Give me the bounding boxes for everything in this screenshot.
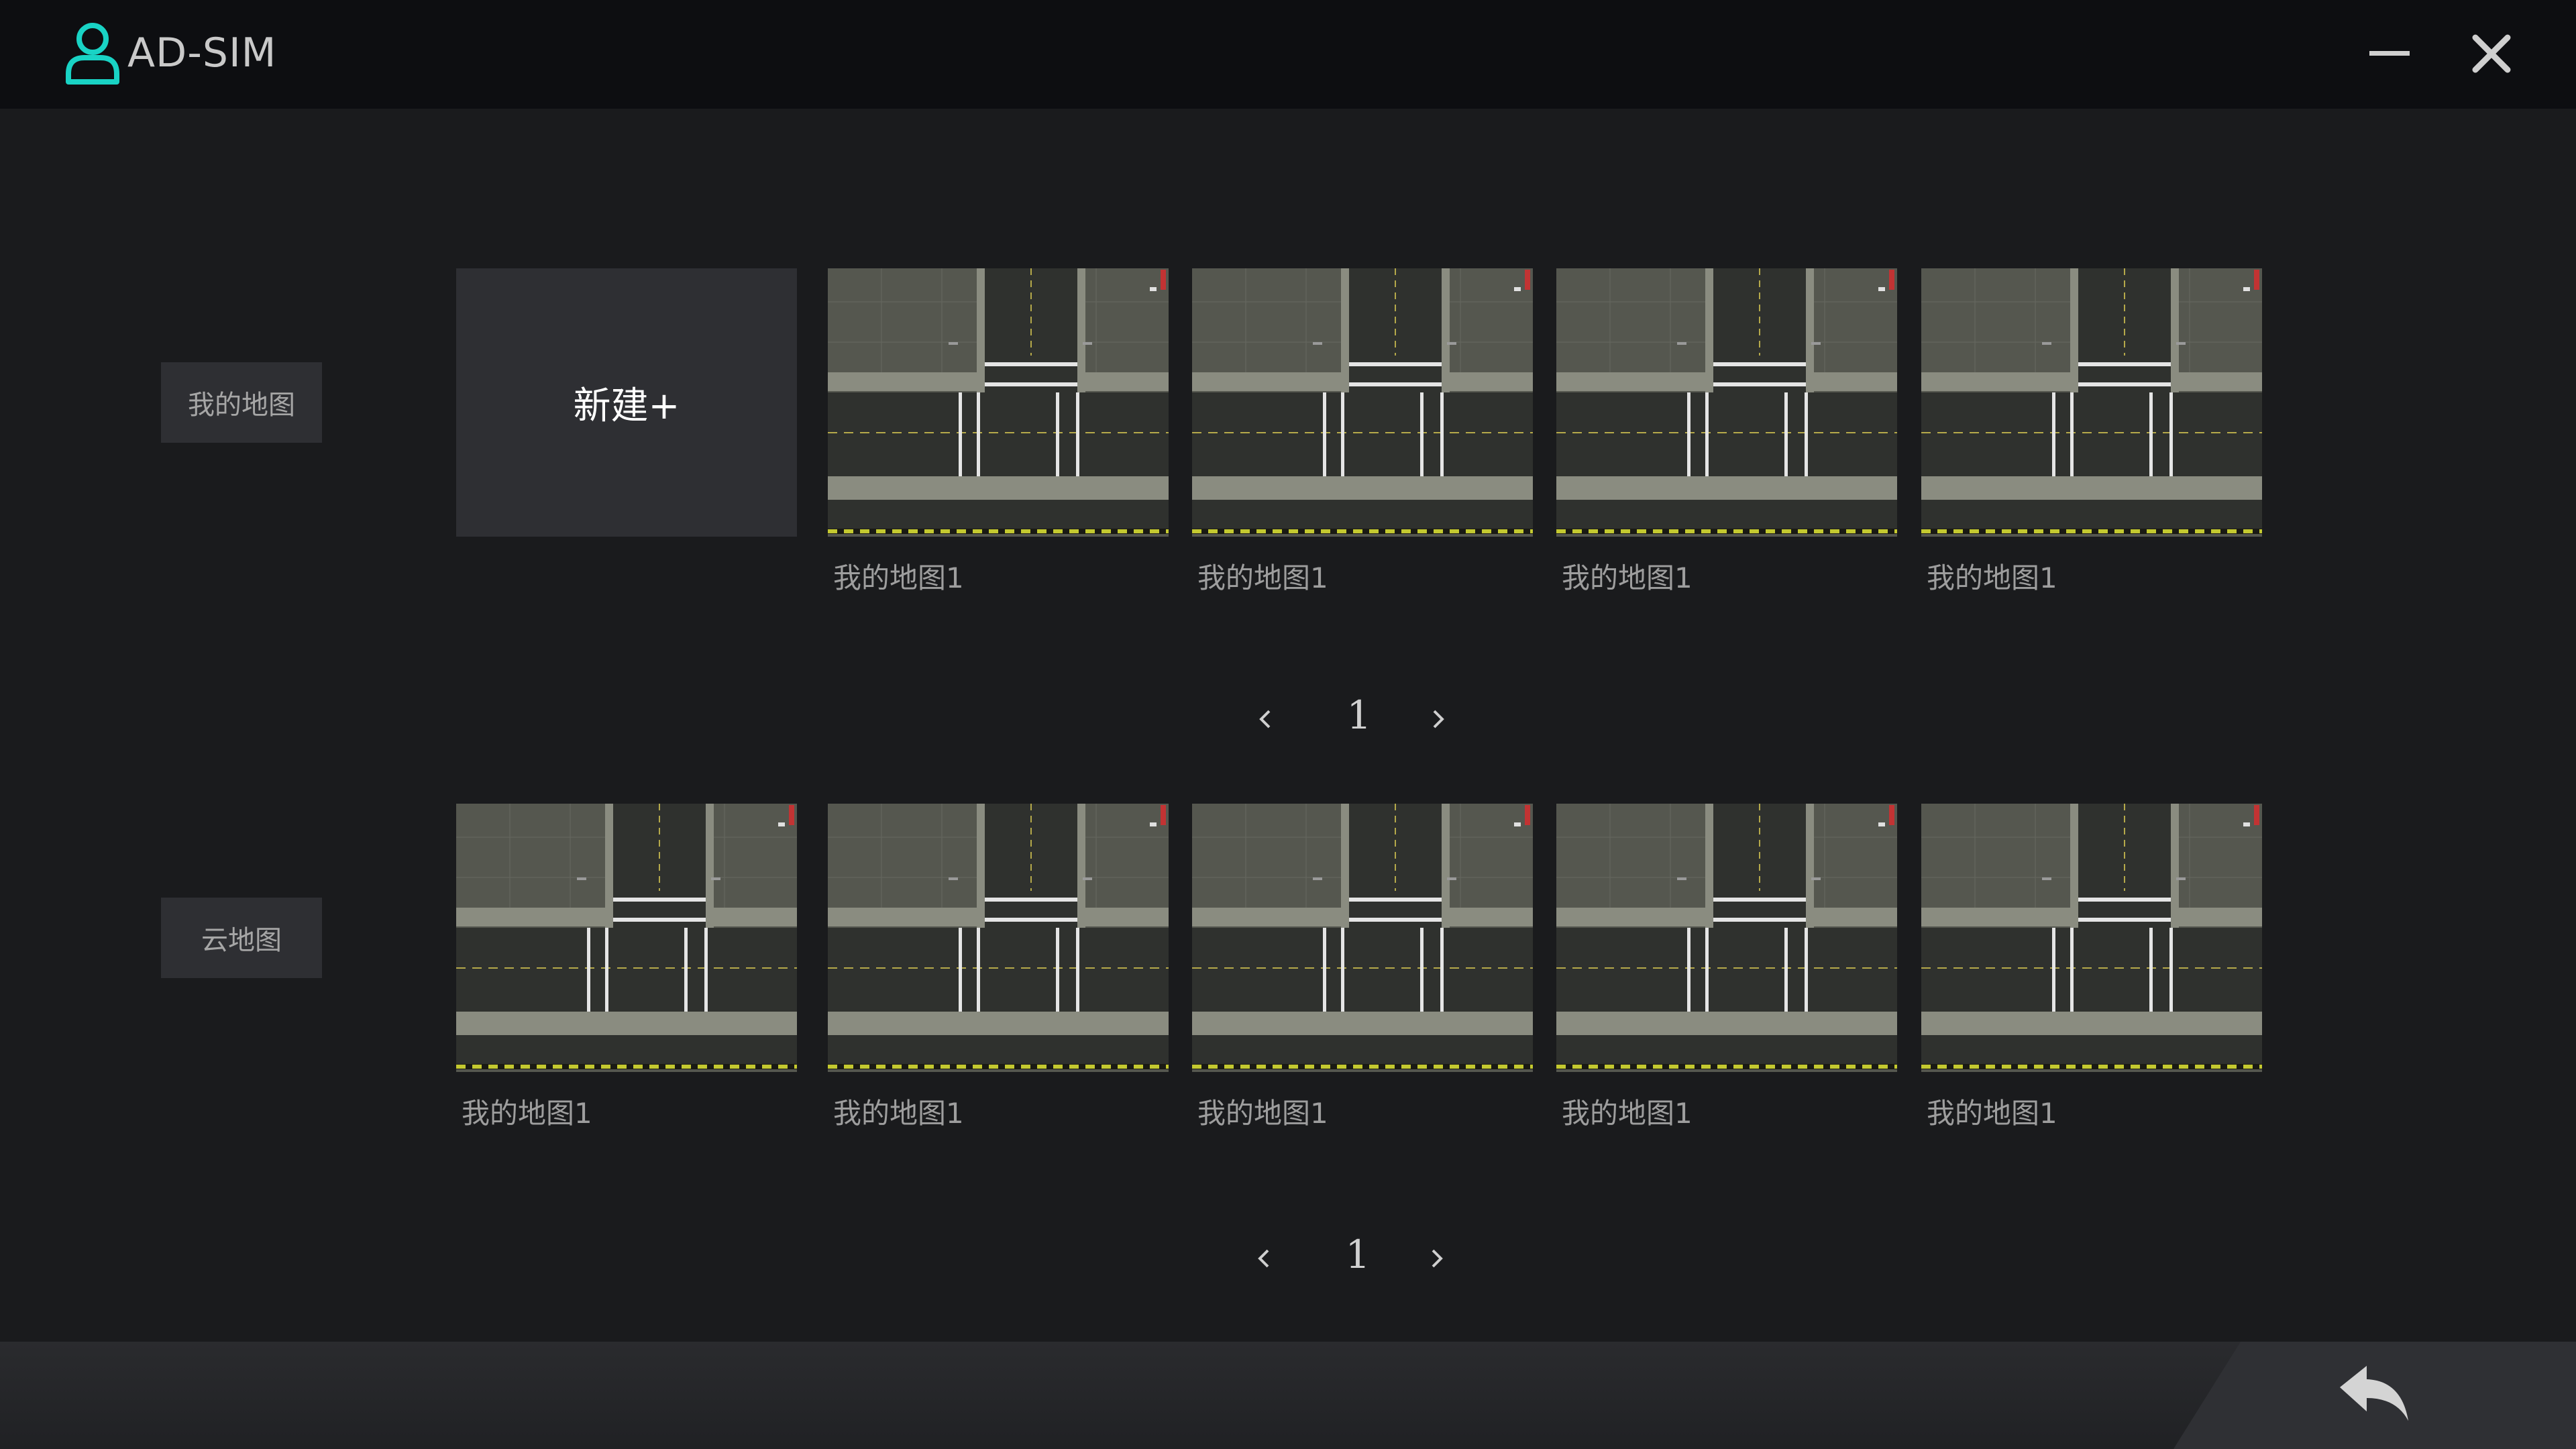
map-card[interactable]: 我的地图1 — [1556, 268, 1897, 631]
map-card[interactable]: 我的地图1 — [828, 804, 1169, 1166]
page-number: 1 — [1345, 1232, 1371, 1277]
new-map-label: 新建+ — [456, 268, 797, 537]
new-map-button[interactable]: 新建+ — [456, 268, 797, 631]
map-thumbnail — [828, 804, 1169, 1072]
map-card[interactable]: 我的地图1 — [1921, 804, 2262, 1166]
close-icon — [2472, 34, 2511, 73]
app-window: AD-SIM 我的地图 新建+ 我的地图1 我的地图1 我的地图1 我的地图1 … — [0, 0, 2576, 1449]
app-title: AD-SIM — [127, 30, 277, 76]
map-thumbnail — [828, 268, 1169, 537]
map-thumbnail — [1192, 804, 1533, 1072]
chevron-right-icon[interactable] — [1425, 706, 1452, 733]
minimize-icon — [2369, 51, 2410, 56]
back-arrow-icon — [2340, 1366, 2408, 1421]
map-card[interactable]: 我的地图1 — [1556, 804, 1897, 1166]
chevron-right-icon[interactable] — [1424, 1245, 1450, 1272]
map-card[interactable]: 我的地图1 — [828, 268, 1169, 631]
map-thumbnail — [1192, 268, 1533, 537]
map-card[interactable]: 我的地图1 — [1921, 268, 2262, 631]
map-thumbnail — [456, 804, 797, 1072]
map-name: 我的地图1 — [1927, 561, 2057, 594]
map-thumbnail — [1556, 804, 1897, 1072]
cloud-maps-pagination: 1 — [1250, 1225, 1472, 1292]
my-maps-pagination: 1 — [1252, 686, 1473, 753]
close-button[interactable] — [2465, 27, 2518, 80]
chevron-left-icon[interactable] — [1252, 706, 1279, 733]
minimize-button[interactable] — [2363, 27, 2416, 80]
map-card[interactable]: 我的地图1 — [1192, 268, 1533, 631]
map-thumbnail — [1921, 804, 2262, 1072]
map-card[interactable]: 我的地图1 — [456, 804, 797, 1166]
map-name: 我的地图1 — [1562, 1097, 1693, 1130]
title-bar: AD-SIM — [0, 0, 2576, 109]
map-name: 我的地图1 — [833, 1097, 964, 1130]
map-name: 我的地图1 — [833, 561, 964, 594]
map-thumbnail — [1556, 268, 1897, 537]
user-icon — [66, 23, 119, 85]
map-name: 我的地图1 — [1927, 1097, 2057, 1130]
page-number: 1 — [1346, 692, 1372, 738]
map-name: 我的地图1 — [1562, 561, 1693, 594]
map-name: 我的地图1 — [1197, 1097, 1328, 1130]
cloud-maps-label[interactable]: 云地图 — [161, 898, 322, 978]
chevron-left-icon[interactable] — [1250, 1245, 1277, 1272]
my-maps-label[interactable]: 我的地图 — [161, 362, 322, 443]
map-thumbnail — [1921, 268, 2262, 537]
map-card[interactable]: 我的地图1 — [1192, 804, 1533, 1166]
map-name: 我的地图1 — [1197, 561, 1328, 594]
back-button[interactable] — [2334, 1360, 2415, 1434]
map-name: 我的地图1 — [462, 1097, 592, 1130]
